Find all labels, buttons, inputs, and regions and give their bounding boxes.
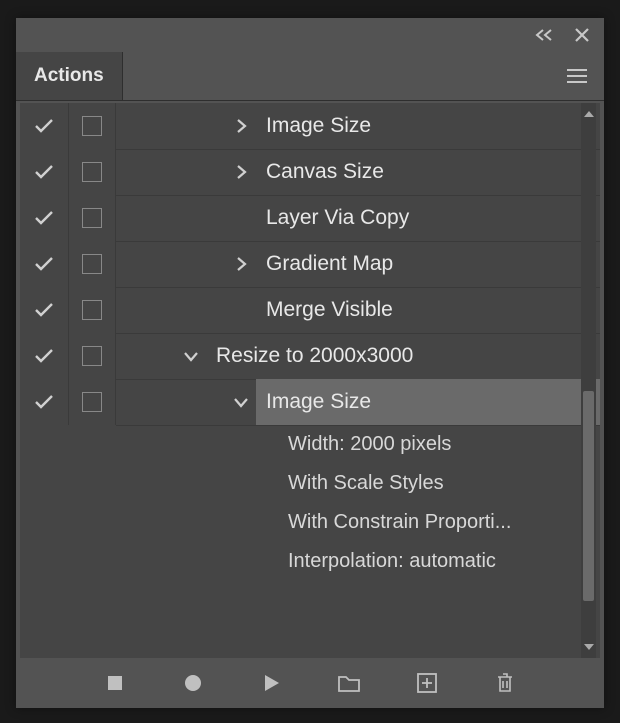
action-label: Resize to 2000x3000 <box>206 333 600 380</box>
toggle-enabled-checkbox[interactable] <box>20 149 69 195</box>
chevron-right-icon[interactable] <box>226 256 256 272</box>
toggle-dialog-checkbox[interactable] <box>69 287 116 333</box>
panel-footer <box>16 658 604 708</box>
tab-actions[interactable]: Actions <box>16 52 123 100</box>
create-set-button[interactable] <box>335 669 363 697</box>
action-detail: With Constrain Proporti... <box>20 503 600 542</box>
action-detail: Interpolation: automatic <box>20 542 600 581</box>
panel-menu-icon[interactable] <box>566 52 604 100</box>
action-label: Merge Visible <box>256 287 600 334</box>
panel-tabbar: Actions <box>16 52 604 101</box>
chevron-right-icon[interactable] <box>226 164 256 180</box>
action-label: Layer Via Copy <box>256 195 600 242</box>
close-icon[interactable] <box>574 27 590 43</box>
action-detail: With Scale Styles <box>20 464 600 503</box>
toggle-enabled-checkbox[interactable] <box>20 241 69 287</box>
toggle-dialog-checkbox[interactable] <box>69 379 116 425</box>
action-label: Image Size <box>256 103 600 150</box>
collapse-icon[interactable] <box>534 28 556 42</box>
action-label: Gradient Map <box>256 241 600 288</box>
toggle-dialog-checkbox[interactable] <box>69 241 116 287</box>
record-button[interactable] <box>179 669 207 697</box>
action-step-row[interactable]: Gradient Map <box>20 241 600 287</box>
toggle-dialog-checkbox[interactable] <box>69 195 116 241</box>
play-button[interactable] <box>257 669 285 697</box>
toggle-dialog-checkbox[interactable] <box>69 333 116 379</box>
toggle-enabled-checkbox[interactable] <box>20 379 69 425</box>
toggle-enabled-checkbox[interactable] <box>20 287 69 333</box>
action-label: Image Size <box>256 379 600 426</box>
action-step-row[interactable]: Image Size <box>20 103 600 149</box>
stop-button[interactable] <box>101 669 129 697</box>
chevron-right-icon[interactable] <box>226 118 256 134</box>
scroll-down-icon[interactable] <box>581 636 596 658</box>
delete-button[interactable] <box>491 669 519 697</box>
action-step-row[interactable]: Merge Visible <box>20 287 600 333</box>
action-step-row[interactable]: Canvas Size <box>20 149 600 195</box>
action-step-row[interactable]: Image Size <box>20 379 600 425</box>
action-step-row[interactable]: Layer Via Copy <box>20 195 600 241</box>
chevron-down-icon[interactable] <box>176 350 206 362</box>
panel-titlebar <box>16 18 604 52</box>
action-label: Canvas Size <box>256 149 600 196</box>
toggle-dialog-checkbox[interactable] <box>69 103 116 149</box>
scroll-thumb[interactable] <box>583 391 594 601</box>
scroll-up-icon[interactable] <box>581 103 596 125</box>
actions-panel: Actions Image SizeCanvas SizeLayer Via C… <box>16 18 604 708</box>
action-detail: Width: 2000 pixels <box>20 425 600 464</box>
action-set-row[interactable]: Resize to 2000x3000 <box>20 333 600 379</box>
actions-list[interactable]: Image SizeCanvas SizeLayer Via CopyGradi… <box>20 103 600 658</box>
chevron-down-icon[interactable] <box>226 396 256 408</box>
toggle-dialog-checkbox[interactable] <box>69 149 116 195</box>
toggle-enabled-checkbox[interactable] <box>20 195 69 241</box>
toggle-enabled-checkbox[interactable] <box>20 333 69 379</box>
create-action-button[interactable] <box>413 669 441 697</box>
scrollbar[interactable] <box>581 103 596 658</box>
toggle-enabled-checkbox[interactable] <box>20 103 69 149</box>
